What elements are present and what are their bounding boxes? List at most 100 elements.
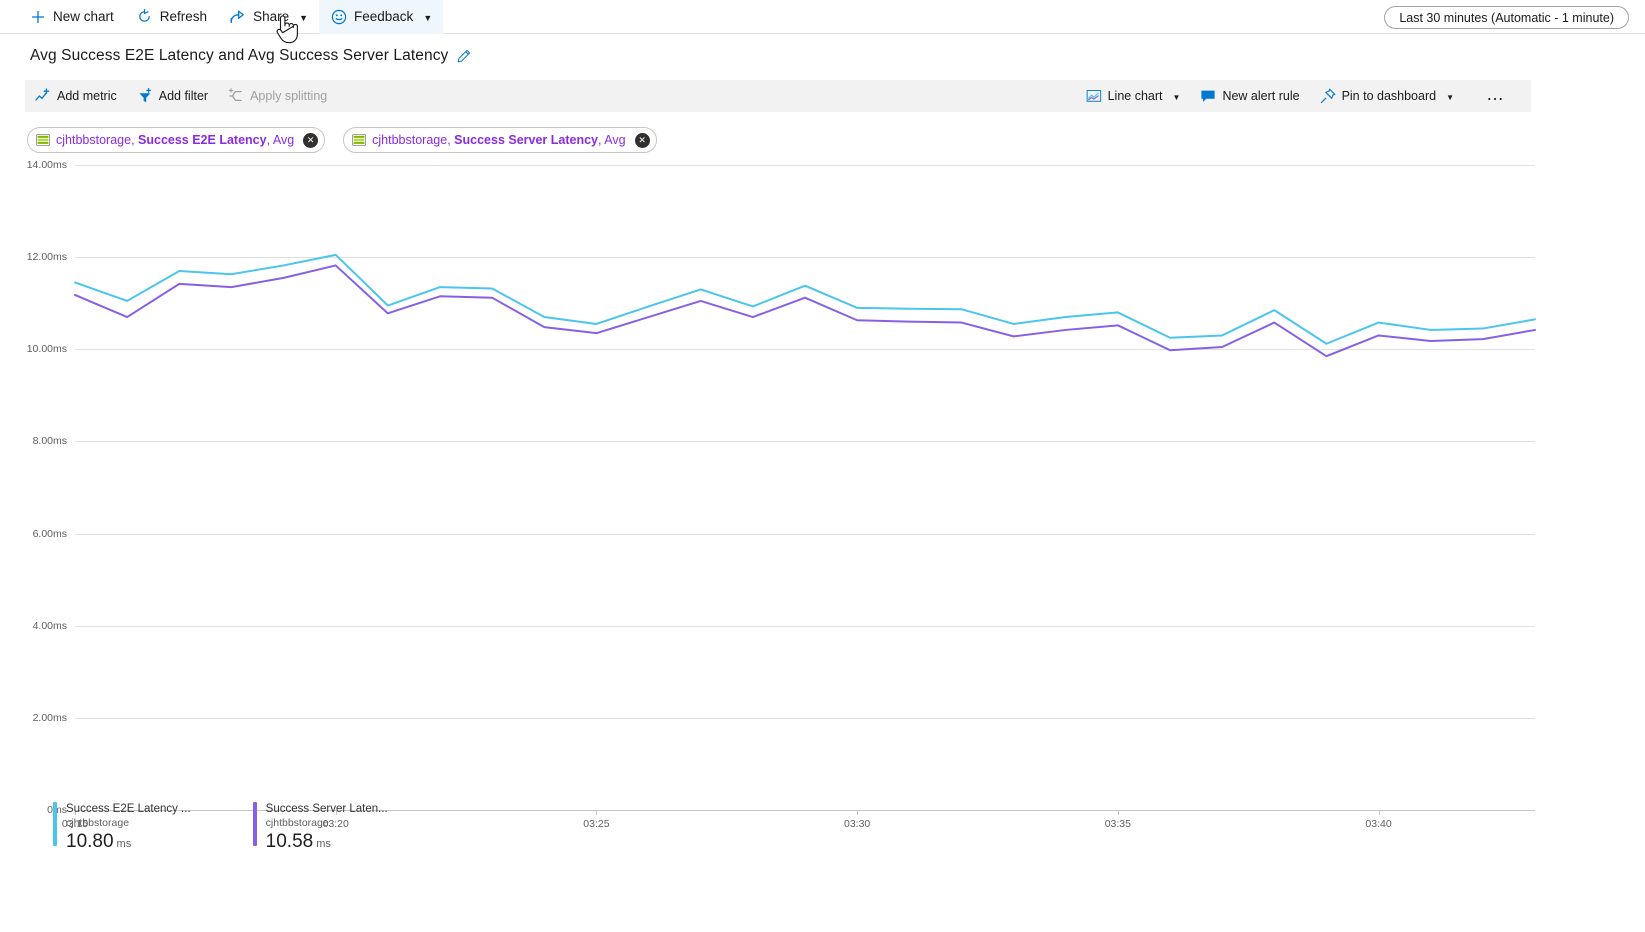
legend-value-row: 10.80ms xyxy=(66,830,191,854)
metric-chip-text: cjhtbbstorage, Success E2E Latency, Avg xyxy=(56,133,294,147)
new-chart-button[interactable]: New chart xyxy=(18,0,125,34)
metric-chip-aggregation: Avg xyxy=(604,133,625,147)
time-range-picker[interactable]: Last 30 minutes (Automatic - 1 minute) xyxy=(1384,6,1629,29)
legend-color-swatch xyxy=(53,802,57,846)
new-chart-label: New chart xyxy=(53,9,114,24)
add-metric-icon xyxy=(35,88,51,104)
new-alert-rule-button[interactable]: New alert rule xyxy=(1190,80,1309,112)
remove-metric-chip-close-icon[interactable]: ✕ xyxy=(635,133,650,148)
add-filter-button[interactable]: Add filter xyxy=(127,80,218,112)
y-gridline xyxy=(75,257,1535,258)
x-axis-tick-label: 03:40 xyxy=(1365,818,1391,830)
share-button[interactable]: Share ▼ xyxy=(218,0,319,34)
y-gridline xyxy=(75,349,1535,350)
metric-chip-list: cjhtbbstorage, Success E2E Latency, Avg … xyxy=(27,127,657,153)
legend-item[interactable]: Success E2E Latency ... cjhtbbstorage 10… xyxy=(53,802,191,854)
y-gridline xyxy=(75,718,1535,719)
legend-resource-name: cjhtbbstorage xyxy=(66,816,191,830)
chart-type-label: Line chart xyxy=(1108,89,1163,103)
chevron-down-icon: ▼ xyxy=(423,13,432,23)
pin-to-dashboard-label: Pin to dashboard xyxy=(1342,89,1437,103)
metric-chip[interactable]: cjhtbbstorage, Success E2E Latency, Avg … xyxy=(27,127,325,153)
refresh-button[interactable]: Refresh xyxy=(125,0,218,34)
x-axis-tick xyxy=(596,810,597,815)
metric-chip[interactable]: cjhtbbstorage, Success Server Latency, A… xyxy=(343,127,656,153)
pin-icon xyxy=(1320,88,1336,104)
metric-chip-text: cjhtbbstorage, Success Server Latency, A… xyxy=(372,133,625,147)
y-axis-tick-label: 8.00ms xyxy=(0,435,67,447)
chevron-down-icon: ▼ xyxy=(1173,93,1181,102)
refresh-icon xyxy=(136,8,153,25)
series-line xyxy=(75,265,1535,356)
legend-item[interactable]: Success Server Laten... cjhtbbstorage 10… xyxy=(253,802,388,854)
apply-splitting-icon xyxy=(228,88,244,104)
metric-chip-aggregation: Avg xyxy=(273,133,294,147)
legend-value-row: 10.58ms xyxy=(266,830,388,854)
page-title: Avg Success E2E Latency and Avg Success … xyxy=(30,47,448,65)
metric-chip-metric: Success Server Latency xyxy=(454,133,598,147)
legend-color-swatch xyxy=(253,802,257,846)
more-options-label: … xyxy=(1474,85,1517,103)
feedback-button[interactable]: Feedback ▼ xyxy=(319,0,443,34)
y-gridline xyxy=(75,534,1535,535)
y-gridline xyxy=(75,165,1535,166)
more-options-button[interactable]: … xyxy=(1464,80,1527,112)
chart-toolbar-right: Line chart ▼ New alert rule xyxy=(1076,80,1531,112)
series-line xyxy=(75,255,1535,344)
legend-unit: ms xyxy=(117,838,132,850)
metrics-explorer-page: New chart Refresh Share ▼ xyxy=(0,0,1645,932)
legend-metric-name: Success Server Laten... xyxy=(266,802,388,816)
edit-title-pencil-icon[interactable] xyxy=(457,49,471,63)
feedback-label: Feedback xyxy=(354,9,413,24)
add-metric-button[interactable]: Add metric xyxy=(25,80,127,112)
y-axis-tick-label: 14.00ms xyxy=(0,159,67,171)
y-axis-tick-label: 10.00ms xyxy=(0,343,67,355)
add-filter-label: Add filter xyxy=(159,89,208,103)
x-axis-tick xyxy=(1379,810,1380,815)
legend-text: Success Server Laten... cjhtbbstorage 10… xyxy=(266,802,388,854)
legend-metric-name: Success E2E Latency ... xyxy=(66,802,191,816)
refresh-label: Refresh xyxy=(160,9,207,24)
x-axis-tick-label: 03:25 xyxy=(583,818,609,830)
line-chart-icon xyxy=(1086,88,1102,104)
x-axis-tick-label: 03:30 xyxy=(844,818,870,830)
metric-chip-metric: Success E2E Latency xyxy=(138,133,267,147)
legend-value: 10.58 xyxy=(266,831,314,852)
metric-chip-resource: cjhtbbstorage xyxy=(372,133,447,147)
chart-toolbar: Add metric Add filter Apply splitting xyxy=(25,80,1531,112)
chart-title-row: Avg Success E2E Latency and Avg Success … xyxy=(0,34,1645,78)
storage-account-icon xyxy=(36,134,50,146)
apply-splitting-label: Apply splitting xyxy=(250,89,327,103)
x-axis-tick xyxy=(857,810,858,815)
chevron-down-icon: ▼ xyxy=(299,13,308,23)
top-command-bar: New chart Refresh Share ▼ xyxy=(0,0,1645,34)
y-axis-tick-label: 6.00ms xyxy=(0,528,67,540)
remove-metric-chip-close-icon[interactable]: ✕ xyxy=(303,133,318,148)
legend-unit: ms xyxy=(316,838,331,850)
chevron-down-icon: ▼ xyxy=(1446,93,1454,102)
storage-account-icon xyxy=(352,134,366,146)
add-metric-label: Add metric xyxy=(57,89,117,103)
plus-icon xyxy=(29,8,46,25)
x-axis-tick xyxy=(1118,810,1119,815)
y-axis-tick-label: 4.00ms xyxy=(0,620,67,632)
x-axis-tick-label: 03:35 xyxy=(1105,818,1131,830)
smiley-face-icon xyxy=(330,8,347,25)
apply-splitting-button[interactable]: Apply splitting xyxy=(218,80,337,112)
share-icon xyxy=(229,8,246,25)
chart-plot-area[interactable]: 0ms2.00ms4.00ms6.00ms8.00ms10.00ms12.00m… xyxy=(0,165,1645,815)
chart-legend: Success E2E Latency ... cjhtbbstorage 10… xyxy=(53,802,388,854)
chart-type-button[interactable]: Line chart ▼ xyxy=(1076,80,1191,112)
legend-text: Success E2E Latency ... cjhtbbstorage 10… xyxy=(66,802,191,854)
y-axis-tick-label: 2.00ms xyxy=(0,712,67,724)
time-range-label: Last 30 minutes (Automatic - 1 minute) xyxy=(1399,11,1614,25)
alert-bubble-icon xyxy=(1200,88,1216,104)
share-label: Share xyxy=(253,9,289,24)
y-gridline xyxy=(75,441,1535,442)
legend-resource-name: cjhtbbstorage xyxy=(266,816,388,830)
y-gridline xyxy=(75,626,1535,627)
legend-value: 10.80 xyxy=(66,831,114,852)
pin-to-dashboard-button[interactable]: Pin to dashboard ▼ xyxy=(1310,80,1464,112)
new-alert-rule-label: New alert rule xyxy=(1222,89,1299,103)
add-filter-icon xyxy=(137,88,153,104)
